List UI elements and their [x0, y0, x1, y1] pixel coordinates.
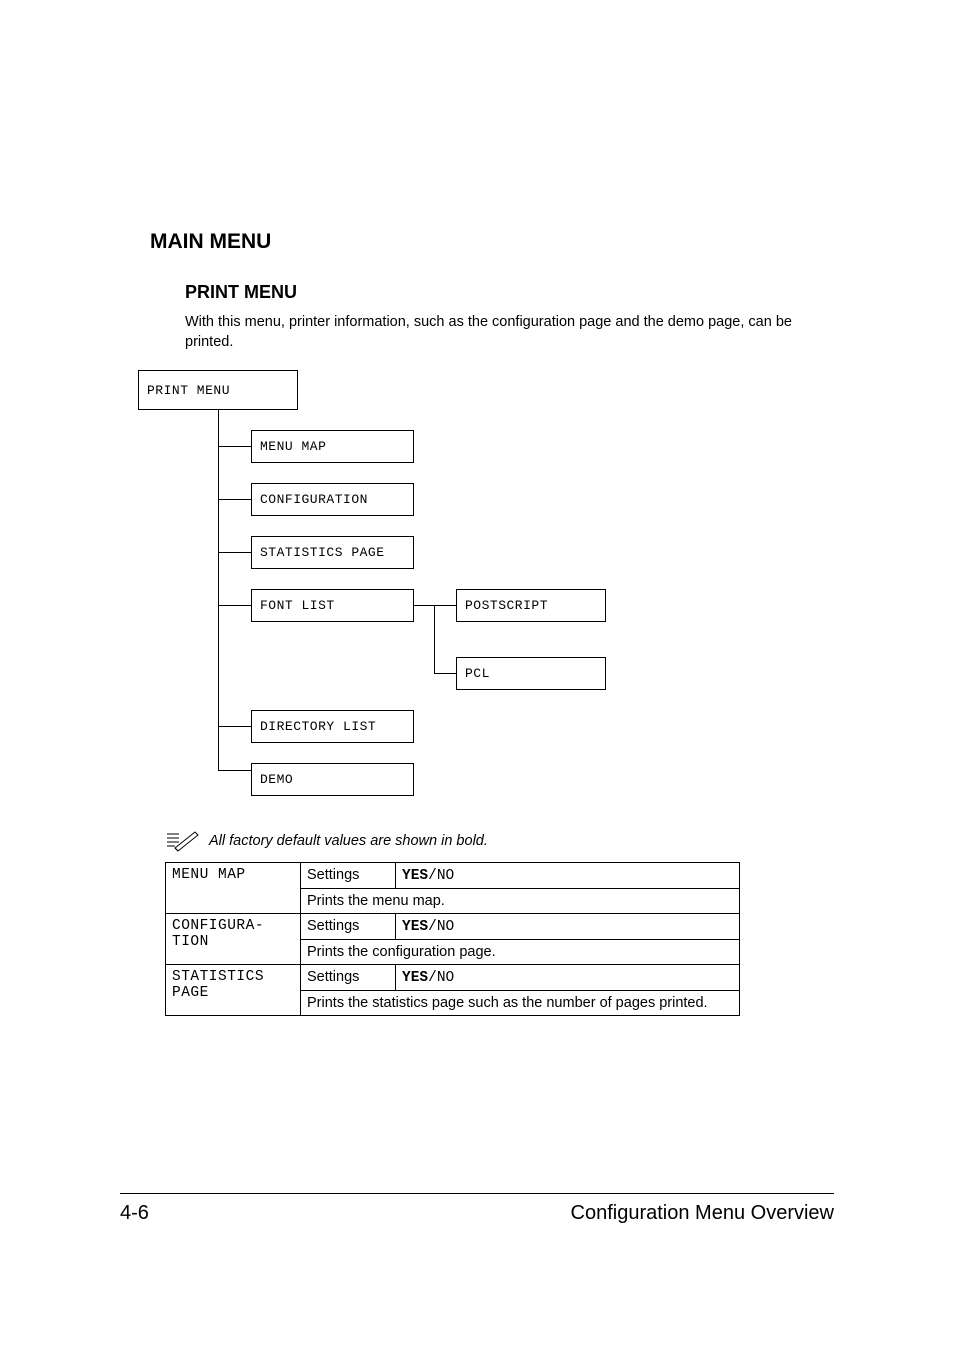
- setting-name: CONFIGURA-TION: [166, 914, 301, 965]
- setting-desc: Prints the statistics page such as the n…: [301, 991, 740, 1016]
- page-number: 4-6: [120, 1202, 149, 1225]
- diagram-item-directory-list: DIRECTORY LIST: [251, 710, 414, 743]
- diagram-item-postscript: POSTSCRIPT: [456, 589, 606, 622]
- page-footer: 4-6 Configuration Menu Overview: [120, 1193, 834, 1225]
- diagram-item-menu-map: MENU MAP: [251, 430, 414, 463]
- menu-diagram: PRINT MENU MENU MAP CONFIGURATION STATIS…: [138, 370, 738, 800]
- settings-label: Settings: [301, 863, 396, 889]
- note-icon: [165, 830, 199, 852]
- table-row: CONFIGURA-TION Settings YES/NO: [166, 914, 740, 940]
- setting-value: YES/NO: [396, 965, 740, 991]
- setting-value: YES/NO: [396, 863, 740, 889]
- sub-heading: PRINT MENU: [185, 282, 834, 303]
- diagram-item-font-list: FONT LIST: [251, 589, 414, 622]
- diagram-root: PRINT MENU: [138, 370, 298, 410]
- settings-table: MENU MAP Settings YES/NO Prints the menu…: [165, 862, 740, 1016]
- diagram-item-demo: DEMO: [251, 763, 414, 796]
- settings-label: Settings: [301, 965, 396, 991]
- section-title: Configuration Menu Overview: [571, 1202, 834, 1225]
- setting-desc: Prints the menu map.: [301, 889, 740, 914]
- diagram-item-pcl: PCL: [456, 657, 606, 690]
- table-row: STATISTICSPAGE Settings YES/NO: [166, 965, 740, 991]
- note-text: All factory default values are shown in …: [209, 833, 488, 849]
- setting-name: MENU MAP: [166, 863, 301, 914]
- setting-name: STATISTICSPAGE: [166, 965, 301, 1016]
- table-row: MENU MAP Settings YES/NO: [166, 863, 740, 889]
- setting-value: YES/NO: [396, 914, 740, 940]
- intro-text: With this menu, printer information, suc…: [185, 313, 824, 352]
- main-heading: MAIN MENU: [150, 230, 834, 254]
- setting-desc: Prints the configuration page.: [301, 940, 740, 965]
- diagram-item-configuration: CONFIGURATION: [251, 483, 414, 516]
- diagram-item-statistics-page: STATISTICS PAGE: [251, 536, 414, 569]
- settings-label: Settings: [301, 914, 396, 940]
